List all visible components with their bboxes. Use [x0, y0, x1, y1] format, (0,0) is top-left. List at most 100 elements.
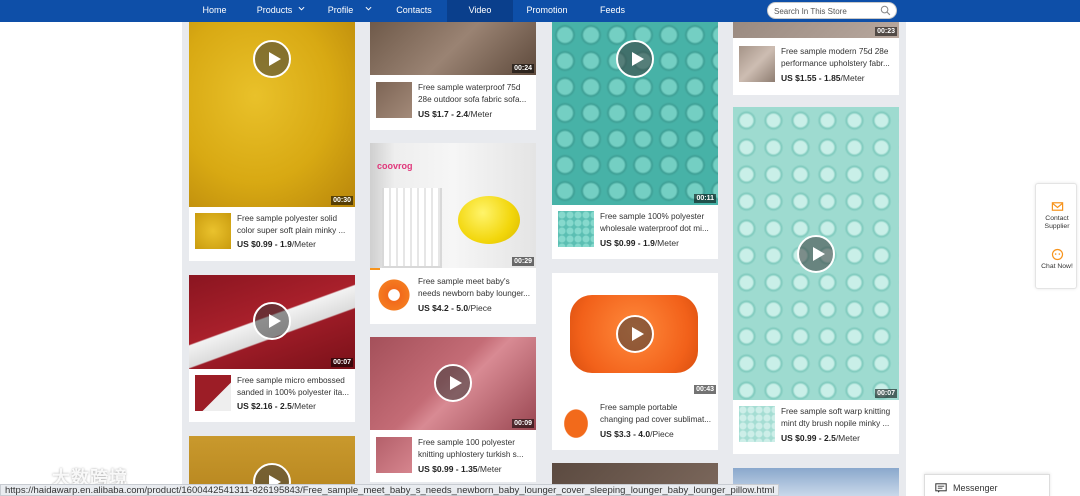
product-price: US $2.16 - 2.5/Meter — [237, 401, 316, 411]
product-thumbnail[interactable] — [376, 82, 412, 118]
price-unit: /Meter — [654, 238, 679, 248]
contact-widget: Contact Supplier Chat Now! — [1035, 183, 1077, 289]
price-range: US $0.99 - 1.9 — [600, 238, 655, 248]
store-search — [767, 2, 897, 19]
browser-status-url: https://haidawarp.en.alibaba.com/product… — [0, 484, 780, 496]
video-card[interactable]: 00:24 Free sample waterproof 75d 28e out… — [370, 22, 536, 130]
chat-icon — [1051, 248, 1063, 261]
product-title[interactable]: Free sample soft warp knitting mint dty … — [781, 406, 893, 430]
video-duration: 00:09 — [512, 419, 534, 428]
video-duration: 00:07 — [875, 389, 897, 398]
video-thumbnail[interactable]: 00:07 — [733, 107, 899, 400]
nav-video[interactable]: Video — [447, 0, 513, 22]
video-thumbnail[interactable]: 00:11 — [552, 22, 718, 205]
video-thumbnail[interactable]: 00:30 — [189, 22, 355, 207]
video-card[interactable]: 00:07 Free sample soft warp knitting min… — [733, 107, 899, 454]
price-unit: /Piece — [650, 429, 674, 439]
product-thumbnail[interactable] — [195, 213, 231, 249]
video-card[interactable]: 00:23 Free sample modern 75d 28e perform… — [733, 22, 899, 95]
nav-profile-label: Profile — [327, 5, 354, 15]
product-thumbnail[interactable] — [739, 46, 775, 82]
nav-contacts[interactable]: Contacts — [384, 0, 444, 22]
nav-promotion-label: Promotion — [526, 5, 568, 15]
play-icon[interactable] — [797, 235, 835, 273]
price-unit: /Meter — [835, 433, 860, 443]
search-icon[interactable] — [880, 5, 891, 16]
crib-image — [382, 188, 442, 268]
nav-contacts-label: Contacts — [396, 5, 432, 15]
product-thumbnail[interactable] — [739, 406, 775, 442]
product-thumbnail[interactable] — [558, 211, 594, 247]
product-price: US $0.99 - 2.5/Meter — [781, 433, 860, 443]
product-title[interactable]: Free sample waterproof 75d 28e outdoor s… — [418, 82, 530, 106]
product-title[interactable]: Free sample modern 75d 28e performance u… — [781, 46, 893, 70]
nav-video-label: Video — [468, 5, 492, 15]
lounger-image — [458, 196, 520, 244]
video-thumbnail[interactable]: 00:09 — [370, 337, 536, 430]
price-range: US $0.99 - 2.5 — [781, 433, 836, 443]
product-price: US $0.99 - 1.9/Meter — [600, 238, 679, 248]
video-thumbnail[interactable]: 00:07 — [189, 275, 355, 369]
messenger-bar[interactable]: Messenger — [924, 474, 1050, 496]
video-duration: 00:30 — [331, 196, 353, 205]
play-icon[interactable] — [616, 315, 654, 353]
nav-profile[interactable]: Profile — [320, 0, 380, 22]
progress-indicator — [370, 268, 380, 270]
video-card[interactable]: 00:07 Free sample micro embossed sanded … — [189, 275, 355, 422]
product-thumbnail[interactable] — [195, 375, 231, 411]
messenger-label: Messenger — [953, 483, 998, 493]
product-price: US $1.7 - 2.4/Meter — [418, 109, 492, 119]
product-thumbnail[interactable] — [376, 277, 412, 313]
chevron-down-icon — [365, 6, 372, 11]
play-icon[interactable] — [253, 302, 291, 340]
store-search-input[interactable] — [774, 5, 878, 17]
product-price: US $0.99 - 1.35/Meter — [418, 464, 502, 474]
video-card[interactable]: 00:30 Free sample polyester solid color … — [189, 22, 355, 261]
product-price: US $3.3 - 4.0/Piece — [600, 429, 674, 439]
video-thumbnail[interactable]: 00:43 — [552, 273, 718, 396]
video-duration: 00:07 — [331, 358, 353, 367]
nav-promotion[interactable]: Promotion — [516, 0, 578, 22]
video-thumbnail[interactable]: 00:23 — [733, 22, 899, 38]
price-range: US $3.3 - 4.0 — [600, 429, 651, 439]
product-title[interactable]: Free sample micro embossed sanded in 100… — [237, 375, 349, 399]
price-unit: /Meter — [477, 464, 502, 474]
price-range: US $0.99 - 1.9 — [237, 239, 292, 249]
video-thumbnail[interactable]: 00:24 — [370, 22, 536, 75]
product-title[interactable]: Free sample meet baby's needs newborn ba… — [418, 276, 530, 300]
message-icon — [935, 483, 947, 493]
chevron-down-icon — [298, 6, 305, 11]
product-title[interactable]: Free sample 100% polyester wholesale wat… — [600, 211, 712, 235]
brand-logo: coovrog — [377, 161, 413, 171]
nav-feeds[interactable]: Feeds — [590, 0, 635, 22]
contact-supplier-button[interactable]: Contact Supplier — [1036, 200, 1078, 231]
product-thumbnail[interactable] — [558, 402, 594, 438]
price-unit: /Piece — [468, 303, 492, 313]
product-title[interactable]: Free sample 100 polyester knitting uphlo… — [418, 437, 530, 461]
product-thumbnail[interactable] — [376, 437, 412, 473]
video-thumbnail[interactable]: coovrog 00:29 — [370, 143, 536, 268]
video-card[interactable]: 00:11 Free sample 100% polyester wholesa… — [552, 22, 718, 259]
product-price: US $1.55 - 1.85/Meter — [781, 73, 865, 83]
nav-home[interactable]: Home — [192, 0, 237, 22]
video-card[interactable]: 00:43 Free sample portable changing pad … — [552, 273, 718, 450]
video-duration: 00:29 — [512, 257, 534, 266]
product-title[interactable]: Free sample portable changing pad cover … — [600, 402, 712, 426]
nav-products[interactable]: Products — [245, 0, 317, 22]
nav-feeds-label: Feeds — [599, 5, 625, 15]
chat-now-label: Chat Now! — [1041, 263, 1073, 270]
product-price: US $4.2 - 5.0/Piece — [418, 303, 492, 313]
play-icon[interactable] — [616, 40, 654, 78]
video-card[interactable]: 00:09 Free sample 100 polyester knitting… — [370, 337, 536, 482]
price-range: US $1.7 - 2.4 — [418, 109, 469, 119]
product-title[interactable]: Free sample polyester solid color super … — [237, 213, 349, 237]
video-card[interactable]: coovrog 00:29 Free sample meet baby's ne… — [370, 143, 536, 324]
video-duration: 00:23 — [875, 27, 897, 36]
store-nav-bar: Home Products Profile Contacts Video Pro… — [0, 0, 1080, 22]
price-unit: /Meter — [291, 401, 316, 411]
play-icon[interactable] — [434, 364, 472, 402]
chat-now-button[interactable]: Chat Now! — [1036, 248, 1078, 271]
product-price: US $0.99 - 1.9/Meter — [237, 239, 316, 249]
play-icon[interactable] — [253, 40, 291, 78]
price-unit: /Meter — [291, 239, 316, 249]
